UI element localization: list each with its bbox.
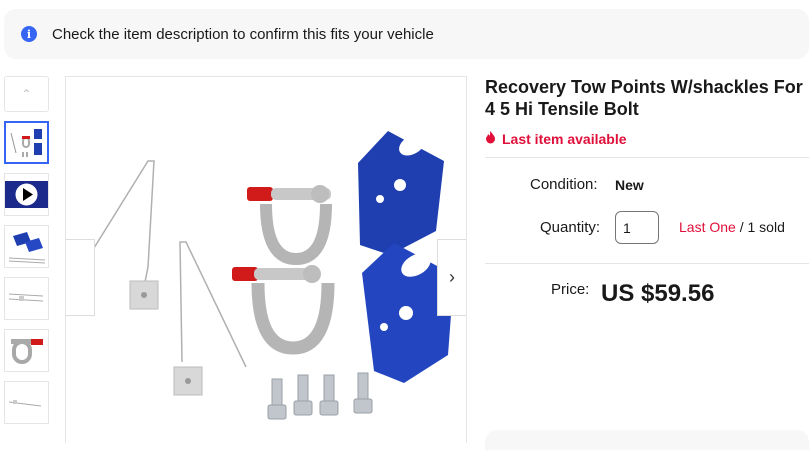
thumbnail-kit-all-parts[interactable]	[4, 121, 49, 164]
previous-image-button[interactable]	[66, 239, 95, 316]
item-title: Recovery Tow Points W/shackles For 4 5 H…	[485, 77, 803, 119]
info-icon: i	[21, 26, 37, 42]
divider	[485, 157, 809, 158]
thumbnail-shackle[interactable]	[4, 329, 49, 372]
thumbnail-blue-brackets[interactable]	[4, 225, 49, 268]
chevron-up-icon: ⌃	[21, 87, 32, 101]
thumbnails-up-button[interactable]: ⌃	[4, 76, 49, 112]
price-label: Price:	[551, 281, 590, 298]
thumbnail-strip: ⌃	[4, 76, 49, 424]
sold-count: / 1 sold	[735, 219, 785, 235]
divider	[485, 263, 809, 264]
condition-label: Condition:	[530, 176, 598, 193]
next-image-button[interactable]: ›	[437, 239, 466, 316]
purchase-panel	[485, 430, 809, 450]
flame-icon	[485, 131, 496, 147]
availability-text: Last One / 1 sold	[679, 219, 785, 235]
quantity-label: Quantity:	[540, 219, 601, 236]
price-value: US $59.56	[601, 280, 715, 307]
product-photo	[75, 131, 454, 420]
fitment-notice: i Check the item description to confirm …	[4, 9, 809, 59]
chevron-right-icon: ›	[449, 267, 455, 287]
thumbnail-wire-pin[interactable]	[4, 381, 49, 424]
last-item-text: Last item available	[502, 131, 627, 147]
quantity-input[interactable]	[615, 211, 659, 244]
thumbnail-wires[interactable]	[4, 277, 49, 320]
condition-value: New	[615, 177, 644, 193]
thumbnail-video[interactable]	[4, 173, 49, 216]
fitment-notice-text: Check the item description to confirm th…	[52, 25, 434, 43]
last-one-label: Last One	[679, 219, 736, 235]
main-product-image[interactable]: ›	[65, 76, 467, 443]
last-item-notice: Last item available	[485, 131, 627, 147]
